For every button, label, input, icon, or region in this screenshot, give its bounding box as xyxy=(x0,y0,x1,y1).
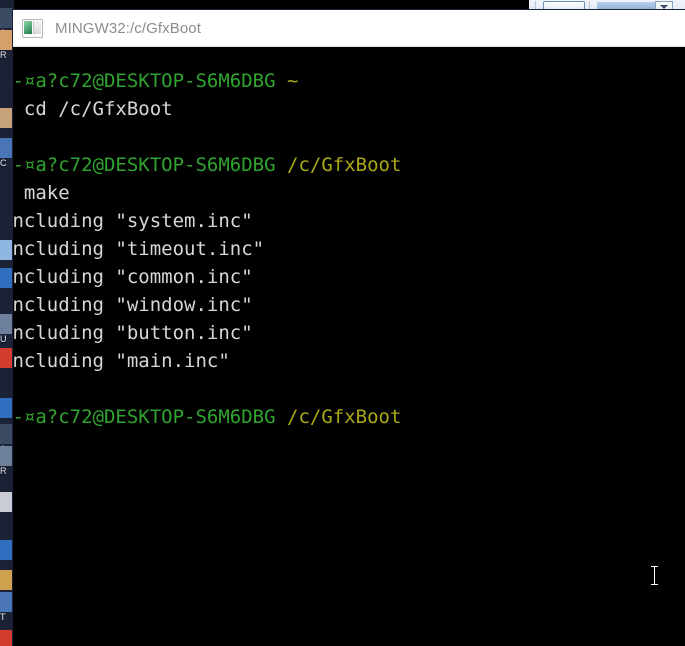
desktop-icon[interactable]: U xyxy=(0,314,14,346)
desktop-icon[interactable]: R xyxy=(0,446,14,478)
prompt-gap xyxy=(276,154,287,176)
desktop-icon-glyph xyxy=(0,424,13,444)
ibeam-stem xyxy=(654,567,655,584)
prompt-user-host: ?-¤a?c72@DESKTOP-S6M6DBG xyxy=(13,406,276,428)
title-bar[interactable]: MINGW32:/c/GfxBoot xyxy=(13,10,685,47)
prompt-path: /c/GfxBoot xyxy=(287,406,402,428)
terminal-output-line: Including "main.inc" xyxy=(13,347,401,375)
terminal-line-text: $ cd /c/GfxBoot xyxy=(13,98,173,120)
prompt-path: /c/GfxBoot xyxy=(287,154,402,176)
desktop-icon-glyph xyxy=(0,446,13,466)
desktop-icon-glyph xyxy=(0,240,13,260)
terminal-output-line: Including "timeout.inc" xyxy=(13,235,401,263)
prompt-gap xyxy=(276,70,287,92)
terminal-line-text: Including "main.inc" xyxy=(13,350,230,372)
desktop-icon-glyph xyxy=(0,30,13,50)
desktop-icon-glyph xyxy=(0,8,13,28)
icon-green-panel xyxy=(24,20,32,34)
terminal-output-line: Including "common.inc" xyxy=(13,263,401,291)
mingw-window-icon xyxy=(22,18,43,38)
mingw32-terminal-window[interactable]: MINGW32:/c/GfxBoot ?-¤a?c72@DESKTOP-S6M6… xyxy=(13,10,685,646)
terminal-line-text: Including "system.inc" xyxy=(13,210,253,232)
desktop-icon-label: R xyxy=(0,50,7,60)
terminal-prompt-line: ?-¤a?c72@DESKTOP-S6M6DBG /c/GfxBoot xyxy=(13,151,401,179)
terminal-prompt-line: ?-¤a?c72@DESKTOP-S6M6DBG /c/GfxBoot xyxy=(13,403,401,431)
prompt-user-host: ?-¤a?c72@DESKTOP-S6M6DBG xyxy=(13,154,276,176)
terminal-line-text: Including "common.inc" xyxy=(13,266,253,288)
prompt-user-host: ?-¤a?c72@DESKTOP-S6M6DBG xyxy=(13,70,276,92)
text-ibeam-cursor xyxy=(650,565,659,586)
desktop-icon-glyph xyxy=(0,268,13,288)
terminal-command-line: $ xyxy=(13,431,401,459)
prompt-path: ~ xyxy=(287,70,299,92)
terminal-output-line: Including "window.inc" xyxy=(13,291,401,319)
desktop-icon[interactable] xyxy=(0,108,14,140)
desktop-icon-glyph xyxy=(0,108,13,128)
toolbar-address-field[interactable] xyxy=(597,2,655,10)
icon-gray-panel xyxy=(33,20,41,34)
desktop-icon-glyph xyxy=(0,592,13,612)
terminal-command-line: $ cd /c/GfxBoot xyxy=(13,95,401,123)
window-title: MINGW32:/c/GfxBoot xyxy=(55,19,201,37)
terminal-output-line: Including "button.inc" xyxy=(13,319,401,347)
desktop-icon-label: R xyxy=(0,466,7,476)
terminal-line-text: Including "timeout.inc" xyxy=(13,238,265,260)
desktop-icon-label: T xyxy=(0,612,6,622)
desktop-icon[interactable]: C xyxy=(0,138,14,170)
desktop-icon-label: U xyxy=(0,334,7,344)
desktop-icon[interactable]: R xyxy=(0,30,14,62)
desktop-icon-glyph xyxy=(0,630,13,646)
ibeam-bottom-serif xyxy=(651,584,658,585)
desktop-icon-column[interactable]: ARCUAR+T xyxy=(0,0,14,646)
desktop-icon[interactable]: T xyxy=(0,592,14,624)
terminal-line-text: $ make xyxy=(23,182,70,204)
terminal-output-line: Including "system.inc" xyxy=(13,207,401,235)
desktop-icon-glyph xyxy=(0,138,13,158)
desktop-icon[interactable] xyxy=(0,348,14,380)
desktop-icon[interactable] xyxy=(0,540,14,572)
desktop-icon-label: C xyxy=(0,158,7,168)
terminal-output-area[interactable]: ?-¤a?c72@DESKTOP-S6M6DBG ~ $ cd /c/GfxBoo… xyxy=(13,47,685,646)
terminal-prompt-line: ?-¤a?c72@DESKTOP-S6M6DBG ~ xyxy=(13,67,401,95)
desktop-icon-glyph xyxy=(0,492,13,512)
terminal-line-list: ?-¤a?c72@DESKTOP-S6M6DBG ~ $ cd /c/GfxBoo… xyxy=(13,67,401,459)
desktop-icon-glyph xyxy=(0,570,13,590)
terminal-line-text: Including "button.inc" xyxy=(13,322,253,344)
terminal-command-line: $ make xyxy=(13,179,401,207)
desktop-icon-glyph xyxy=(0,398,13,418)
desktop-icon-glyph xyxy=(0,540,13,560)
terminal-line-text: Including "window.inc" xyxy=(13,294,253,316)
prompt-gap xyxy=(276,406,287,428)
desktop-icon-glyph xyxy=(0,314,13,334)
desktop-icon[interactable] xyxy=(0,492,14,524)
desktop-icon[interactable] xyxy=(0,630,14,646)
desktop-icon[interactable] xyxy=(0,268,14,300)
desktop-icon-glyph xyxy=(0,348,13,368)
